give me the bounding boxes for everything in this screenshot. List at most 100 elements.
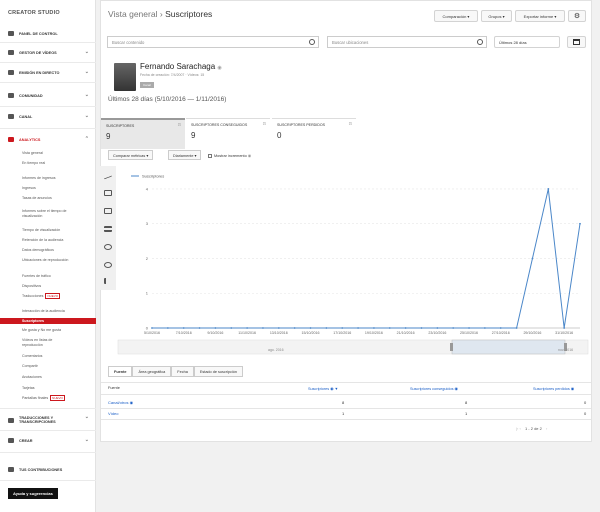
nav-contributions[interactable]: TUS CONTRIBUCIONES xyxy=(0,463,96,476)
data-point[interactable] xyxy=(230,327,233,329)
sub-end-screens[interactable]: Pantallas finales NUEVO xyxy=(22,395,65,401)
sub-traffic-sources[interactable]: Fuentes de tráfico xyxy=(22,274,51,278)
sub-demographics[interactable]: Datos demográficos xyxy=(22,248,54,252)
data-point[interactable] xyxy=(214,327,217,329)
compare-metrics-button[interactable]: Comparar métricas ▾ xyxy=(108,150,154,160)
data-point[interactable] xyxy=(404,327,407,329)
sub-ad-rates[interactable]: Tasas de anuncios xyxy=(22,196,52,200)
data-point[interactable] xyxy=(182,327,185,329)
content-search-input[interactable]: Buscar contenido xyxy=(107,36,319,48)
x-tick-label: 23/10/2016 xyxy=(428,331,446,335)
settings-button[interactable]: ⚙ xyxy=(568,10,586,22)
compare-button[interactable]: Comparación ▾ xyxy=(434,10,478,22)
translate-icon xyxy=(8,417,14,423)
x-tick-label: 27/10/2016 xyxy=(492,331,510,335)
sub-cards[interactable]: Tarjetas xyxy=(22,386,35,390)
groups-button[interactable]: Grupos ▾ xyxy=(481,10,512,22)
data-point[interactable] xyxy=(373,327,375,329)
sub-likes[interactable]: Me gusta y No me gusta xyxy=(22,328,61,332)
data-point[interactable] xyxy=(515,327,518,329)
row-source: Canal/otros xyxy=(108,400,129,405)
show-growth-toggle[interactable]: Mostrar incremento ◉ xyxy=(208,153,251,158)
col-header-gained[interactable]: Suscriptores conseguidos ◉ xyxy=(410,386,458,391)
sub-realtime[interactable]: En tiempo real xyxy=(22,161,45,165)
sub-revenue-reports[interactable]: Informes de ingresos xyxy=(22,176,56,180)
row-source-link[interactable]: Vídeo xyxy=(108,411,118,416)
metric-value: 9 xyxy=(106,132,111,141)
sub-playlists[interactable]: Vídeos en listas de reproducción xyxy=(22,338,72,348)
data-point[interactable] xyxy=(277,327,280,329)
sub-watch-time[interactable]: Tiempo de visualización xyxy=(22,228,60,232)
data-point[interactable] xyxy=(341,327,344,329)
navigator-handle-left[interactable] xyxy=(450,343,453,351)
x-tick-label: 11/10/2016 xyxy=(238,331,256,335)
date-range-select[interactable]: Últimos 28 días xyxy=(494,36,560,48)
data-point[interactable] xyxy=(293,327,296,329)
sub-devices[interactable]: Dispositivos xyxy=(22,284,41,288)
export-button[interactable]: Exportar informe ▾ xyxy=(515,10,565,22)
data-point[interactable] xyxy=(436,327,439,329)
y-tick-label: 2 xyxy=(146,256,149,261)
sub-annotations[interactable]: Anotaciones xyxy=(22,375,42,379)
data-point[interactable] xyxy=(262,327,264,329)
sub-watch-time-reports[interactable]: Informes sobre el tiempo de visualizació… xyxy=(22,209,86,219)
data-point[interactable] xyxy=(499,327,502,329)
nav-create[interactable]: CREAR ⌄ xyxy=(0,434,96,447)
navigator-selection[interactable] xyxy=(451,339,566,355)
metric-lost[interactable]: SUSCRIPTORES PERDIDOS 0 ⊡ xyxy=(272,118,356,149)
channel-tag: Canal xyxy=(140,82,154,88)
tab-source[interactable]: Fuente xyxy=(108,366,133,377)
daily-button[interactable]: Diariamente ▾ xyxy=(168,150,202,160)
tab-date[interactable]: Fecha xyxy=(171,366,194,377)
data-point[interactable] xyxy=(388,327,391,329)
col-header-lost[interactable]: Suscriptores perdidos ◉ xyxy=(533,386,574,391)
data-point[interactable] xyxy=(452,327,455,329)
checkbox[interactable] xyxy=(208,154,212,158)
sub-subscribers[interactable]: Suscriptores xyxy=(0,318,96,324)
metric-gained[interactable]: SUSCRIPTORES CONSEGUIDOS 9 ⊡ xyxy=(186,118,270,149)
data-point[interactable] xyxy=(151,327,153,329)
tab-subscription-status[interactable]: Estado de suscripción xyxy=(193,366,243,377)
first-page-icon[interactable]: |‹ xyxy=(516,426,518,431)
sub-revenue[interactable]: Ingresos xyxy=(22,186,36,190)
calendar-button[interactable] xyxy=(567,36,586,48)
metric-subscribers[interactable]: SUSCRIPTORES 9 ⊡ xyxy=(101,118,185,149)
sub-playback-locations[interactable]: Ubicaciones de reproducción xyxy=(22,258,74,263)
sub-comments[interactable]: Comentarios xyxy=(22,354,42,358)
nav-channel[interactable]: CANAL ⌄ xyxy=(0,110,96,123)
nav-dashboard[interactable]: PANEL DE CONTROL xyxy=(0,27,96,40)
sub-overview[interactable]: Vista general xyxy=(22,151,43,155)
data-point[interactable] xyxy=(246,327,249,329)
data-point[interactable] xyxy=(547,188,550,190)
data-point[interactable] xyxy=(468,327,470,329)
data-point[interactable] xyxy=(166,327,169,329)
nav-translations[interactable]: TRADUCCIONES Y TRANSCRIPCIONES ⌄ xyxy=(0,412,96,428)
data-point[interactable] xyxy=(325,327,328,329)
sub-sharing[interactable]: Compartir xyxy=(22,364,38,368)
breadcrumb-current: Suscriptores xyxy=(165,9,213,19)
data-point[interactable] xyxy=(309,327,312,329)
col-header-subs[interactable]: Suscriptores ◉ ▼ xyxy=(308,386,338,391)
location-search-input[interactable]: Buscar ubicaciones xyxy=(327,36,487,48)
nav-live[interactable]: EMISIÓN EN DIRECTO ⌄ xyxy=(0,66,96,79)
nav-video-manager[interactable]: GESTOR DE VÍDEOS ⌄ xyxy=(0,46,96,59)
data-point[interactable] xyxy=(198,327,201,329)
data-point[interactable] xyxy=(357,327,359,329)
breadcrumb-parent[interactable]: Vista general xyxy=(108,9,157,19)
verified-icon: ◉ xyxy=(217,65,222,71)
prev-page-icon[interactable]: ‹ xyxy=(520,426,521,431)
data-point[interactable] xyxy=(420,327,423,329)
nav-analytics[interactable]: ANALYTICS ⌃ xyxy=(0,133,96,146)
sub-audience-interaction[interactable]: Interacción de la audiencia xyxy=(22,309,65,313)
tab-geography[interactable]: Área geográfica xyxy=(132,366,172,377)
next-page-icon[interactable]: › xyxy=(546,426,547,431)
data-point[interactable] xyxy=(563,327,566,329)
data-point[interactable] xyxy=(531,257,534,260)
row-source-link[interactable]: Canal/otros ◉ xyxy=(108,400,133,405)
help-button[interactable]: Ayuda y sugerencias xyxy=(8,488,58,499)
data-point[interactable] xyxy=(579,222,581,225)
sub-audience-retention[interactable]: Retención de la audiencia xyxy=(22,238,63,242)
nav-community[interactable]: COMUNIDAD ⌄ xyxy=(0,89,96,102)
data-point[interactable] xyxy=(483,327,486,329)
sub-translations[interactable]: Traducciones NUEVO xyxy=(22,293,61,299)
